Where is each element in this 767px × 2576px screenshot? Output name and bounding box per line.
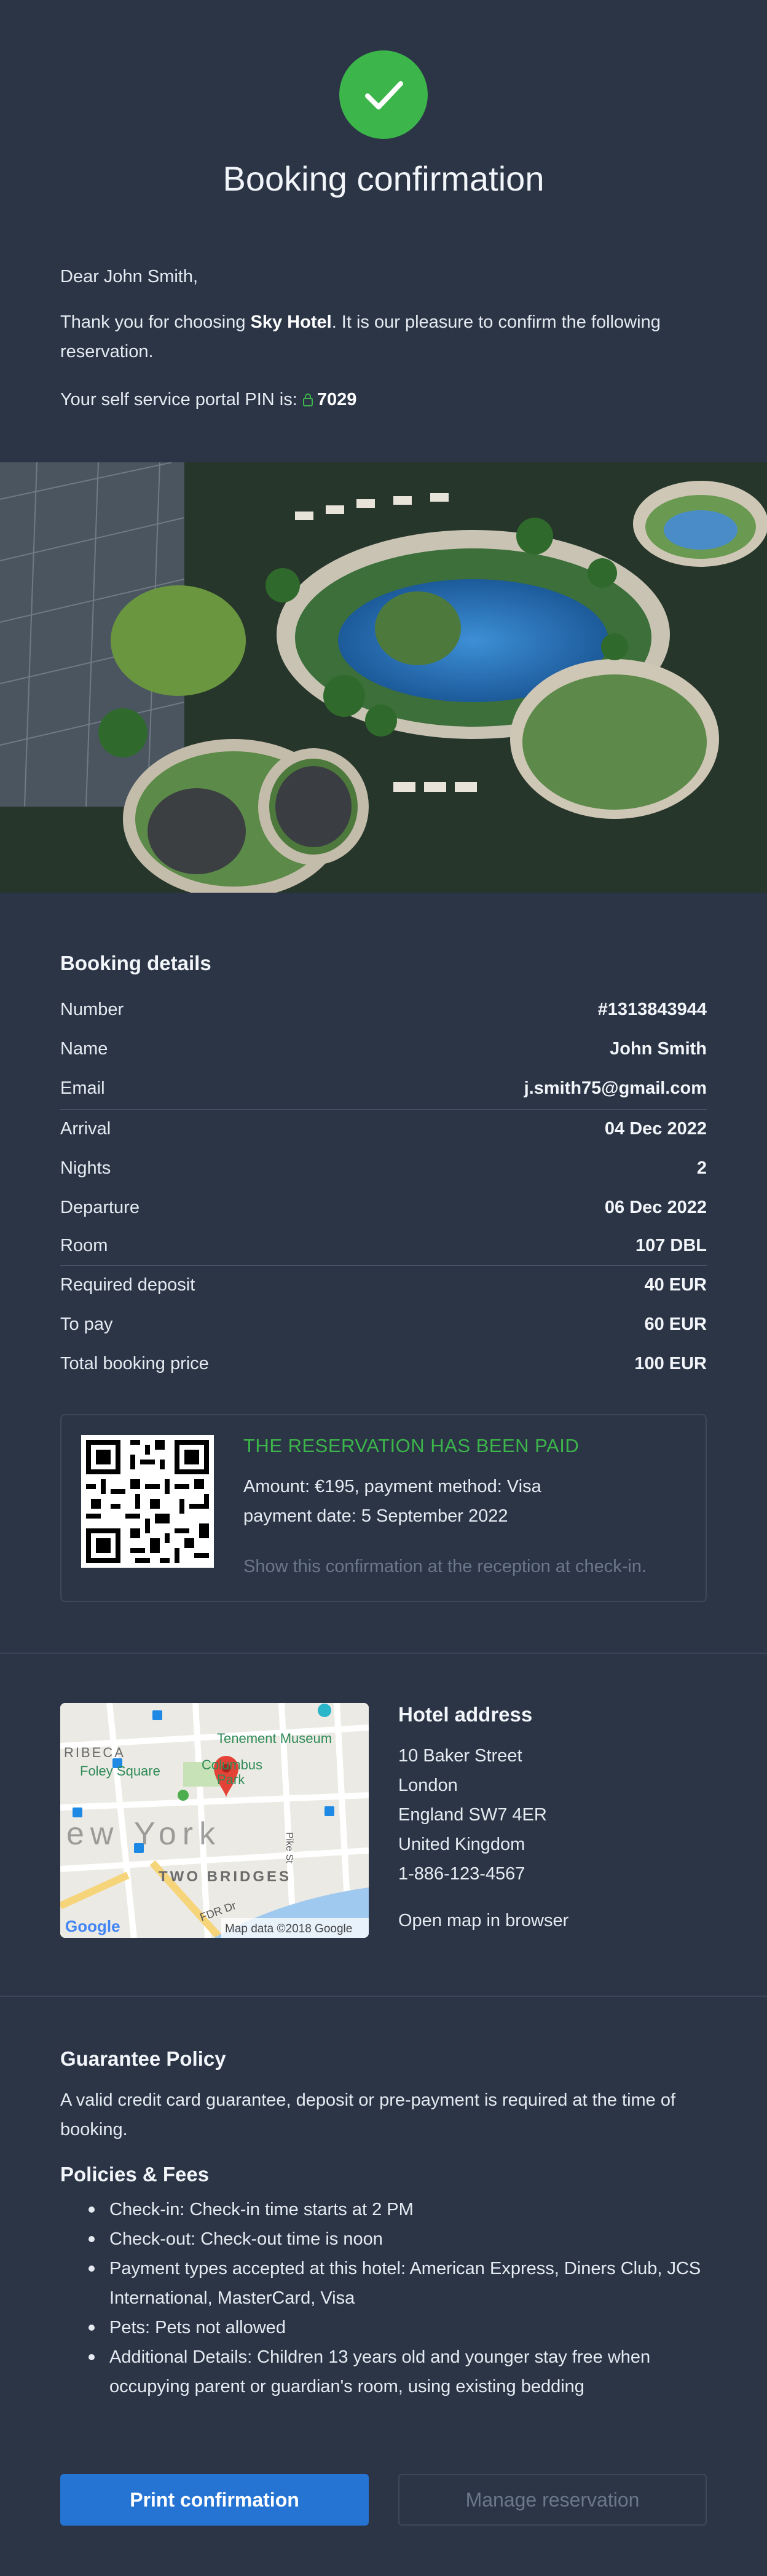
hotel-phone[interactable]: 1-886-123-4567 xyxy=(398,1864,525,1884)
address-line: United Kingdom xyxy=(398,1835,525,1854)
map-attribution: Map data ©2018 Google xyxy=(225,1922,352,1935)
booking-row-value: 06 Dec 2022 xyxy=(604,1198,707,1217)
booking-row-label: To pay xyxy=(60,1314,113,1334)
booking-row-nights: Nights 2 xyxy=(60,1148,707,1188)
booking-row-label: Name xyxy=(60,1039,108,1059)
lock-icon xyxy=(302,386,313,416)
booking-row-value: 2 xyxy=(696,1158,707,1178)
address-line: 10 Baker Street xyxy=(398,1746,522,1766)
booking-row-value: John Smith xyxy=(610,1039,707,1059)
guarantee-policy-text: A valid credit card guarantee, deposit o… xyxy=(60,2090,676,2139)
booking-row-arrival: Arrival 04 Dec 2022 xyxy=(60,1109,707,1148)
hotel-address-title: Hotel address xyxy=(398,1703,533,1726)
section-divider xyxy=(0,1653,767,1654)
hotel-name: Sky Hotel xyxy=(250,312,332,332)
map-label: Tenement Museum xyxy=(217,1731,332,1746)
list-item: Additional Details: Children 13 years ol… xyxy=(88,2342,707,2401)
success-check-icon xyxy=(339,50,428,139)
booking-row-value: 04 Dec 2022 xyxy=(604,1119,707,1139)
map-label: Pike St xyxy=(284,1832,294,1863)
page-title: Booking confirmation xyxy=(222,159,545,198)
booking-row-to-pay: To pay 60 EUR xyxy=(60,1305,707,1344)
hotel-map[interactable]: RIBECA Tenement Museum Foley Square Colu… xyxy=(60,1703,369,1938)
map-label: Foley Square xyxy=(80,1763,160,1779)
greeting: Dear John Smith, xyxy=(60,267,199,286)
booking-row-label: Nights xyxy=(60,1158,111,1178)
pin-value: 7029 xyxy=(317,390,357,409)
map-label: Columbus xyxy=(202,1757,262,1772)
thanks-paragraph: Thank you for choosing Sky Hotel. It is … xyxy=(60,307,707,366)
payment-status-heading: THE RESERVATION HAS BEEN PAID xyxy=(243,1435,580,1456)
booking-row-label: Required deposit xyxy=(60,1275,195,1295)
payment-amount: Amount: €195, payment method: Visa xyxy=(243,1477,541,1496)
booking-row-deposit: Required deposit 40 EUR xyxy=(60,1265,707,1305)
map-label: RIBECA xyxy=(64,1745,125,1760)
payment-date: payment date: 5 September 2022 xyxy=(243,1506,508,1526)
booking-row-label: Email xyxy=(60,1078,105,1098)
booking-row-value: j.smith75@gmail.com xyxy=(524,1078,707,1098)
booking-row-label: Total booking price xyxy=(60,1354,209,1373)
print-confirmation-button[interactable]: Print confirmation xyxy=(60,2474,369,2526)
list-item: Check-out: Check-out time is noon xyxy=(88,2224,707,2254)
map-label: ew York xyxy=(66,1816,221,1852)
booking-row-total: Total booking price 100 EUR xyxy=(60,1344,707,1383)
booking-row-label: Departure xyxy=(60,1198,140,1217)
checkin-note: Show this confirmation at the reception … xyxy=(243,1557,647,1576)
thanks-text: Thank you for choosing xyxy=(60,312,251,332)
section-divider xyxy=(0,1996,767,1997)
booking-row-label: Room xyxy=(60,1236,108,1255)
guarantee-policy-title: Guarantee Policy xyxy=(60,2047,226,2070)
list-item: Pets: Pets not allowed xyxy=(88,2313,707,2342)
policies-title: Policies & Fees xyxy=(60,2163,210,2186)
open-map-link[interactable]: Open map in browser xyxy=(398,1911,568,1931)
map-label: Park xyxy=(217,1772,245,1787)
booking-row-name: Name John Smith xyxy=(60,1029,707,1069)
booking-row-value: 40 EUR xyxy=(644,1275,707,1295)
hotel-pool-image xyxy=(0,462,767,893)
manage-reservation-button[interactable]: Manage reservation xyxy=(398,2474,707,2526)
confirmation-email: Booking confirmation Dear John Smith, Th… xyxy=(0,0,767,2576)
booking-row-value: #1313843944 xyxy=(597,1000,707,1019)
address-line: London xyxy=(398,1776,458,1795)
qr-code xyxy=(81,1435,214,1568)
pin-paragraph: Your self service portal PIN is: 7029 xyxy=(60,385,707,416)
booking-row-label: Arrival xyxy=(60,1119,111,1139)
policies-list: Check-in: Check-in time starts at 2 PM C… xyxy=(60,2195,707,2401)
google-logo: Google xyxy=(65,1917,120,1935)
list-item: Check-in: Check-in time starts at 2 PM xyxy=(88,2195,707,2224)
booking-row-value: 60 EUR xyxy=(644,1314,707,1334)
map-label: TWO BRIDGES xyxy=(159,1868,291,1885)
booking-row-room: Room 107 DBL xyxy=(60,1226,707,1265)
pin-label: Your self service portal PIN is: xyxy=(60,390,302,409)
address-line: England SW7 4ER xyxy=(398,1805,547,1825)
booking-row-number: Number #1313843944 xyxy=(60,990,707,1029)
booking-row-value: 100 EUR xyxy=(634,1354,707,1373)
booking-row-departure: Departure 06 Dec 2022 xyxy=(60,1188,707,1227)
booking-row-email: Email j.smith75@gmail.com xyxy=(60,1069,707,1108)
booking-row-value: 107 DBL xyxy=(635,1236,707,1255)
list-item: Payment types accepted at this hotel: Am… xyxy=(88,2254,707,2313)
booking-row-label: Number xyxy=(60,1000,124,1019)
booking-details-title: Booking details xyxy=(60,952,211,974)
